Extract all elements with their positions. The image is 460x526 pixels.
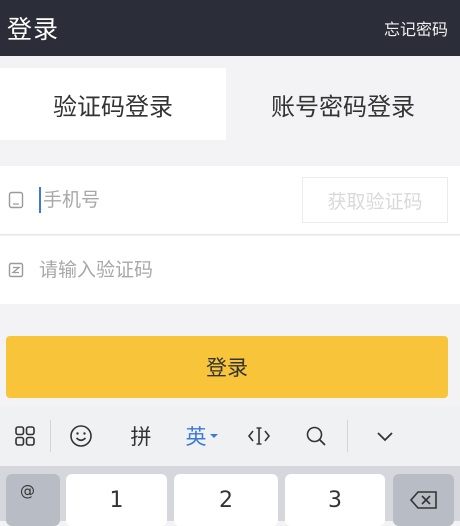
grid-icon[interactable] bbox=[0, 406, 50, 466]
tab-password-login[interactable]: 账号密码登录 bbox=[226, 68, 460, 140]
keyboard-toolbar: 拼 英 bbox=[0, 406, 460, 466]
backspace-icon bbox=[409, 491, 437, 509]
phone-input[interactable] bbox=[43, 189, 302, 211]
emoji-icon[interactable] bbox=[51, 406, 111, 466]
english-key-label: 英 bbox=[185, 425, 207, 449]
key-2[interactable]: 2 bbox=[174, 474, 278, 526]
keyboard: @ 1 2 3 bbox=[0, 466, 460, 526]
symbol-key[interactable]: @ bbox=[6, 474, 60, 526]
cursor-move-icon[interactable] bbox=[233, 406, 285, 466]
pinyin-key[interactable]: 拼 bbox=[111, 406, 171, 466]
tab-sms-login[interactable]: 验证码登录 bbox=[0, 68, 226, 140]
chevron-down-icon[interactable] bbox=[348, 406, 421, 466]
get-code-button[interactable]: 获取验证码 bbox=[302, 177, 448, 223]
verification-code-icon bbox=[7, 261, 25, 279]
backspace-key[interactable] bbox=[393, 474, 454, 526]
phone-icon bbox=[7, 191, 25, 209]
forgot-password-link[interactable]: 忘记密码 bbox=[384, 16, 460, 40]
key-3[interactable]: 3 bbox=[285, 474, 385, 526]
caret-down-icon bbox=[209, 434, 218, 438]
code-row bbox=[0, 236, 460, 304]
login-mode-tabs: 验证码登录 账号密码登录 bbox=[0, 68, 460, 140]
english-key[interactable]: 英 bbox=[171, 406, 233, 466]
login-button[interactable]: 登录 bbox=[6, 336, 448, 398]
code-input[interactable] bbox=[39, 259, 460, 281]
phone-row: 获取验证码 bbox=[0, 166, 460, 235]
search-icon[interactable] bbox=[285, 406, 347, 466]
text-caret bbox=[39, 187, 41, 213]
top-bar: 登录 忘记密码 bbox=[0, 0, 460, 56]
page-title: 登录 bbox=[7, 15, 60, 44]
key-1[interactable]: 1 bbox=[66, 474, 167, 526]
